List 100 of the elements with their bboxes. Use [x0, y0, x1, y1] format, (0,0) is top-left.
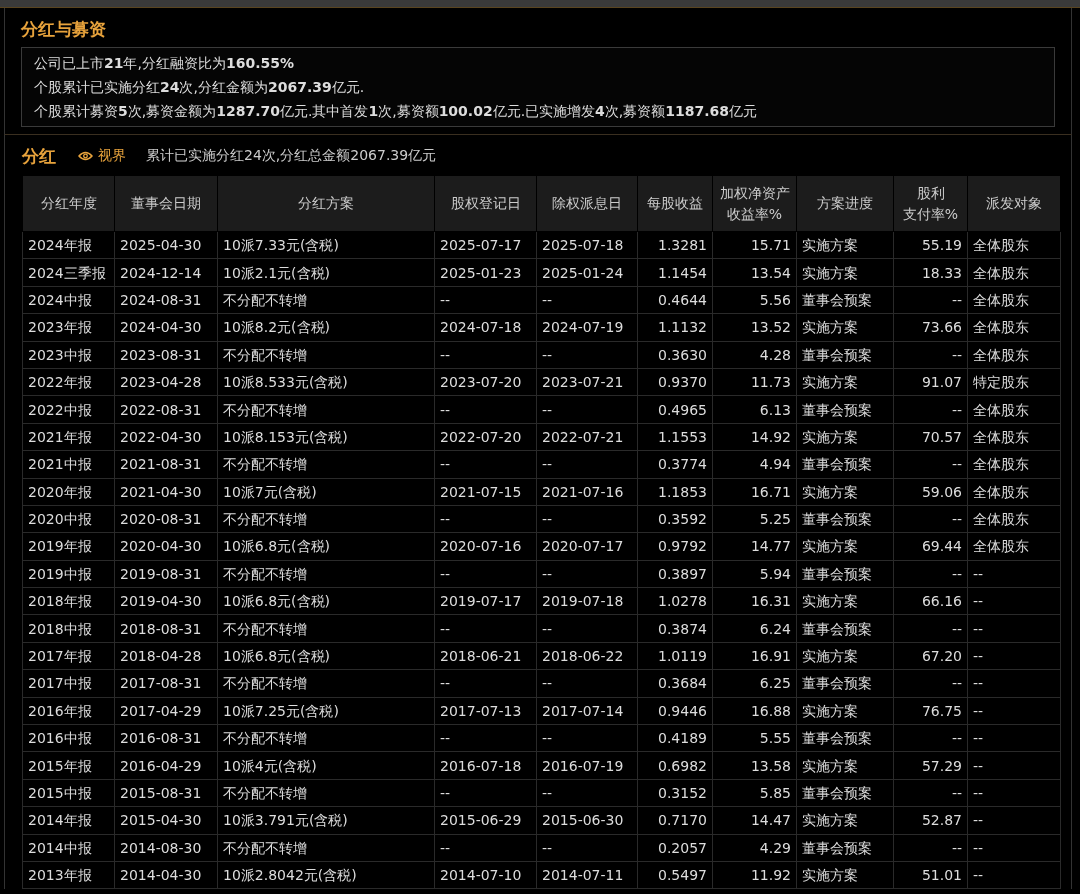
table-cell: 2021-07-15 [434, 478, 537, 506]
table-cell: 不分配不转增 [217, 834, 435, 862]
table-cell: 2020-04-30 [114, 532, 218, 561]
table-cell: 2021-07-16 [536, 478, 638, 506]
table-cell: 全体股东 [967, 532, 1061, 561]
table-cell: 董事会预案 [796, 614, 894, 643]
table-cell: 14.77 [712, 532, 797, 561]
table-cell: 16.91 [712, 642, 797, 670]
table-cell: 2023-04-28 [114, 368, 218, 396]
table-cell: 2021年报 [22, 423, 115, 451]
table-cell: -- [967, 724, 1061, 752]
table-cell: -- [967, 751, 1061, 780]
table-cell: -- [893, 724, 968, 752]
table-cell: 2018-08-31 [114, 614, 218, 643]
table-cell: 2019中报 [22, 560, 115, 588]
table-cell: 实施方案 [796, 806, 894, 835]
table-cell: -- [893, 560, 968, 588]
table-cell: -- [967, 806, 1061, 835]
table-cell: 2016年报 [22, 697, 115, 725]
table-cell: 10派6.8元(含税) [217, 532, 435, 561]
table-cell: 2017-04-29 [114, 697, 218, 725]
header-text: 分红方案 [297, 194, 355, 213]
table-cell: 57.29 [893, 751, 968, 780]
table-cell: -- [536, 341, 638, 369]
table-cell: 不分配不转增 [217, 450, 435, 478]
table-cell: 董事会预案 [796, 341, 894, 369]
table-cell: 不分配不转增 [217, 286, 435, 314]
table-cell: 董事会预案 [796, 779, 894, 807]
table-cell: -- [434, 560, 537, 588]
table-cell: 59.06 [893, 478, 968, 506]
table-cell: 2015-04-30 [114, 806, 218, 835]
table-cell: 10派8.153元(含税) [217, 423, 435, 451]
table-cell: 5.56 [712, 286, 797, 314]
table-cell: 14.92 [712, 423, 797, 451]
table-cell: 不分配不转增 [217, 560, 435, 588]
table-cell: 2019-08-31 [114, 560, 218, 588]
table-cell: 2017-07-14 [536, 697, 638, 725]
table-cell: 2018年报 [22, 587, 115, 615]
table-cell: -- [967, 614, 1061, 643]
table-cell: 2015-08-31 [114, 779, 218, 807]
table-cell: 2021-04-30 [114, 478, 218, 506]
table-cell: 4.28 [712, 341, 797, 369]
table-cell: 10派6.8元(含税) [217, 642, 435, 670]
table-cell: 2019年报 [22, 532, 115, 561]
table-cell: 2020-08-31 [114, 505, 218, 533]
table-cell: 1.1454 [637, 258, 713, 287]
table-cell: 14.47 [712, 806, 797, 835]
table-cell: 0.9792 [637, 532, 713, 561]
table-cell: 10派8.533元(含税) [217, 368, 435, 396]
table-cell: -- [434, 724, 537, 752]
table-cell: 52.87 [893, 806, 968, 835]
table-cell: -- [967, 861, 1061, 889]
table-cell: -- [967, 560, 1061, 588]
table-cell: 0.9370 [637, 368, 713, 396]
table-cell: 2024-07-18 [434, 313, 537, 342]
table-cell: -- [893, 779, 968, 807]
table-cell: -- [893, 669, 968, 698]
table-cell: 10派2.1元(含税) [217, 258, 435, 287]
table-cell: 实施方案 [796, 231, 894, 259]
table-cell: 51.01 [893, 861, 968, 889]
table-cell: 2018-04-28 [114, 642, 218, 670]
table-cell: 董事会预案 [796, 286, 894, 314]
table-cell: 2019-04-30 [114, 587, 218, 615]
table-cell: -- [536, 724, 638, 752]
table-cell: 1.1132 [637, 313, 713, 342]
table-cell: 实施方案 [796, 532, 894, 561]
summary-text: 个股累计已实施分红24次,分红金额为2067.39亿元. [34, 78, 365, 97]
table-cell: 1.0119 [637, 642, 713, 670]
table-cell: 0.3874 [637, 614, 713, 643]
table-cell: 不分配不转增 [217, 779, 435, 807]
table-cell: 6.13 [712, 395, 797, 424]
table-cell: 董事会预案 [796, 505, 894, 533]
table-cell: 2025-01-23 [434, 258, 537, 287]
table-cell: 2016-04-29 [114, 751, 218, 780]
table-cell: 1.1553 [637, 423, 713, 451]
table-cell: 73.66 [893, 313, 968, 342]
header-text: 股利 [915, 183, 946, 203]
table-cell: 10派7.33元(含税) [217, 231, 435, 259]
header-text: 分红年度 [39, 194, 98, 213]
table-cell: 实施方案 [796, 587, 894, 615]
table-cell: 76.75 [893, 697, 968, 725]
table-cell: 5.55 [712, 724, 797, 752]
table-cell: 10派3.791元(含税) [217, 806, 435, 835]
table-cell: 董事会预案 [796, 669, 894, 698]
table-cell: 4.29 [712, 834, 797, 862]
header-text: 股权登记日 [449, 194, 522, 213]
table-cell: -- [967, 697, 1061, 725]
table-cell: 2017年报 [22, 642, 115, 670]
table-cell: 5.25 [712, 505, 797, 533]
table-cell: 2019-07-18 [536, 587, 638, 615]
table-cell: 0.4965 [637, 395, 713, 424]
table-cell: 16.31 [712, 587, 797, 615]
table-cell: 全体股东 [967, 505, 1061, 533]
view-link[interactable]: 视界 [78, 147, 126, 165]
table-cell: 6.24 [712, 614, 797, 643]
table-cell: 55.19 [893, 231, 968, 259]
table-cell: -- [434, 505, 537, 533]
table-cell: 2025-07-18 [536, 231, 638, 259]
table-cell: 实施方案 [796, 368, 894, 396]
table-cell: 全体股东 [967, 341, 1061, 369]
